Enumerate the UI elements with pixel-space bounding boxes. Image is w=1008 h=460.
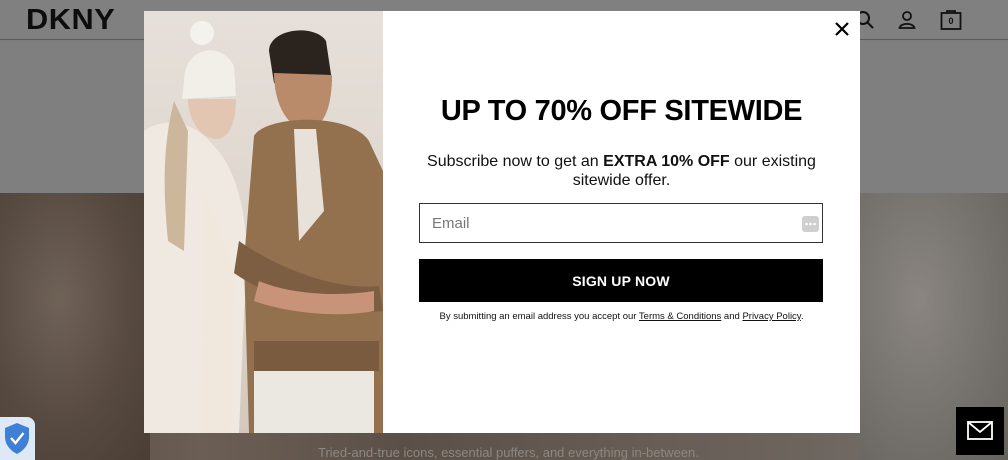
privacy-shield-button[interactable]: [0, 417, 35, 460]
mail-icon: [967, 421, 993, 440]
legal-text-start: By submitting an email address you accep…: [439, 311, 639, 322]
legal-text-and: and: [721, 311, 743, 322]
email-input[interactable]: [420, 204, 822, 242]
email-field-wrapper: [419, 203, 823, 243]
sign-up-button[interactable]: SIGN UP NOW: [419, 259, 823, 302]
newsletter-modal: UP TO 70% OFF SITEWIDE Subscribe now to …: [144, 11, 860, 433]
subtitle-text-start: Subscribe now to get an: [427, 153, 604, 170]
modal-campaign-image: [144, 11, 383, 433]
subtitle-offer: EXTRA 10% OFF: [603, 153, 730, 170]
modal-headline: UP TO 70% OFF SITEWIDE: [440, 95, 803, 127]
terms-link[interactable]: Terms & Conditions: [639, 311, 721, 322]
account-icon[interactable]: [896, 9, 918, 31]
close-icon: [835, 22, 849, 36]
legal-disclaimer: By submitting an email address you accep…: [383, 311, 860, 322]
legal-text-end: .: [800, 311, 804, 322]
cart-count: 0: [948, 16, 954, 26]
shield-icon: [5, 423, 29, 454]
cart-icon[interactable]: 0: [939, 7, 963, 31]
dkny-logo[interactable]: DKNY: [26, 4, 115, 37]
password-manager-icon[interactable]: [802, 216, 819, 232]
newsletter-launcher-button[interactable]: [956, 407, 1004, 455]
hero-caption: Tried-and-true icons, essential puffers,…: [318, 445, 699, 460]
privacy-policy-link[interactable]: Privacy Policy: [742, 311, 800, 322]
close-button[interactable]: [832, 19, 852, 39]
modal-subtitle: Subscribe now to get an EXTRA 10% OFF ou…: [418, 152, 825, 190]
